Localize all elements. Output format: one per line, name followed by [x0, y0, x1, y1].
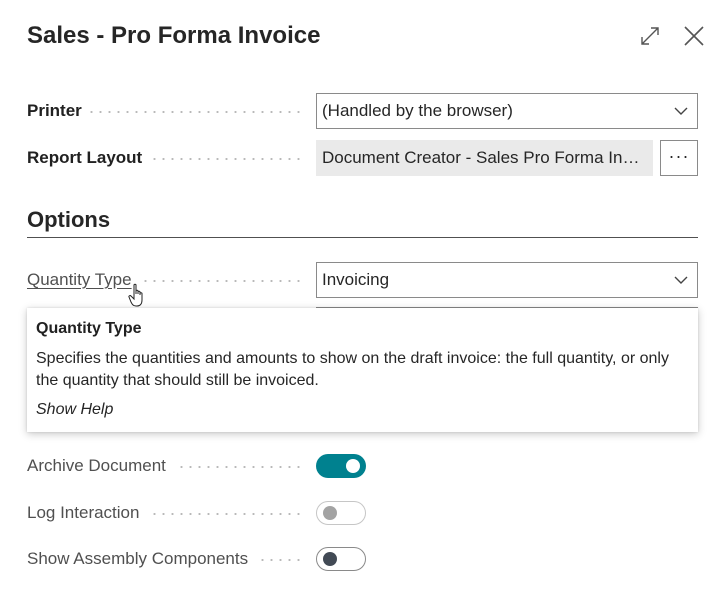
- dialog-title: Sales - Pro Forma Invoice: [27, 22, 321, 49]
- log-interaction-row: Log Interaction: [27, 495, 698, 531]
- expand-icon[interactable]: [638, 24, 662, 48]
- leader-dots: [153, 513, 303, 515]
- tooltip-body: Specifies the quantities and amounts to …: [36, 350, 669, 389]
- chevron-down-icon: [674, 276, 688, 284]
- archive-document-label: Archive Document: [27, 456, 166, 475]
- show-help-link[interactable]: Show Help: [36, 401, 689, 419]
- log-interaction-toggle[interactable]: [316, 501, 366, 525]
- more-icon: ···: [668, 146, 690, 166]
- show-assembly-components-label: Show Assembly Components: [27, 549, 249, 568]
- quantity-type-label[interactable]: Quantity Type: [27, 270, 132, 290]
- tooltip-title: Quantity Type: [36, 320, 142, 337]
- log-interaction-label: Log Interaction: [27, 503, 140, 522]
- report-layout-value: Document Creator - Sales Pro Forma Invoi…: [316, 140, 653, 176]
- report-layout-row: Report Layout Document Creator - Sales P…: [27, 140, 698, 176]
- toggle-knob: [323, 552, 337, 566]
- leader-dots: [179, 466, 303, 468]
- leader-dots: [87, 111, 303, 113]
- printer-label: Printer: [27, 101, 82, 120]
- quantity-type-select[interactable]: Invoicing: [316, 262, 698, 298]
- toggle-knob: [323, 506, 337, 520]
- toggle-knob: [346, 459, 360, 473]
- section-divider: [27, 237, 698, 238]
- close-icon[interactable]: [682, 24, 706, 48]
- options-heading: Options: [27, 207, 111, 232]
- quantity-type-tooltip: Quantity Type Specifies the quantities a…: [27, 308, 698, 432]
- printer-select[interactable]: (Handled by the browser): [316, 93, 698, 129]
- archive-document-toggle[interactable]: [316, 454, 366, 478]
- report-layout-more-button[interactable]: ···: [660, 140, 698, 176]
- hand-cursor-icon: [128, 283, 143, 307]
- printer-value: (Handled by the browser): [322, 101, 513, 120]
- leader-dots: [151, 158, 303, 160]
- quantity-type-value: Invoicing: [322, 270, 390, 289]
- report-layout-label: Report Layout: [27, 148, 143, 167]
- show-assembly-components-row: Show Assembly Components: [27, 541, 698, 577]
- show-assembly-components-toggle[interactable]: [316, 547, 366, 571]
- leader-dots: [261, 559, 303, 561]
- chevron-down-icon: [674, 107, 688, 115]
- archive-document-row: Archive Document: [27, 448, 698, 484]
- leader-dots: [142, 280, 303, 282]
- printer-row: Printer (Handled by the browser): [27, 93, 698, 129]
